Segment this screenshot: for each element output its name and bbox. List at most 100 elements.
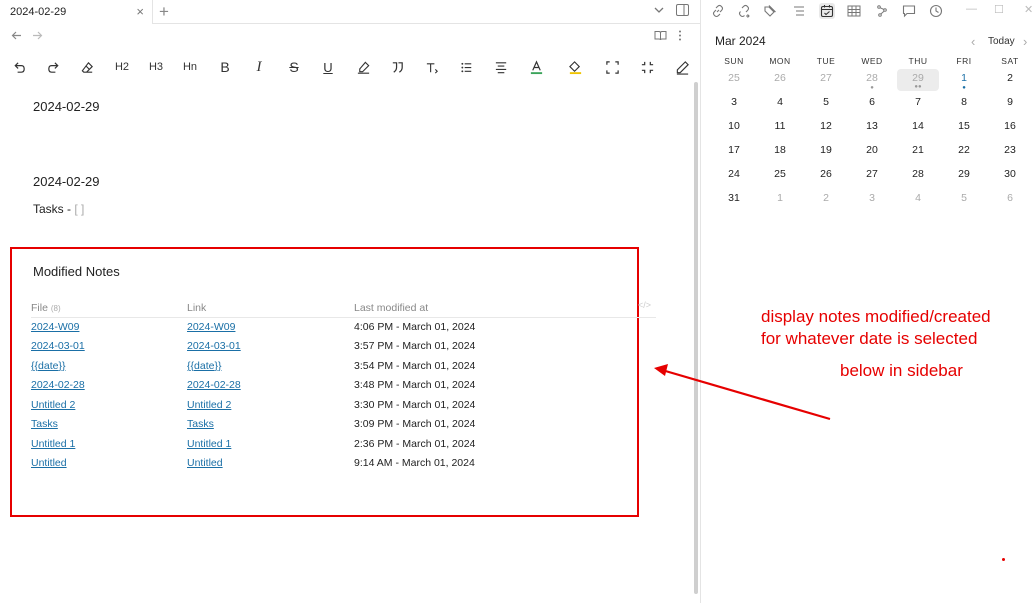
calendar-day[interactable]: 22 bbox=[941, 140, 987, 164]
align-icon[interactable] bbox=[489, 54, 513, 80]
calendar-day[interactable]: 21 bbox=[895, 140, 941, 164]
note-link[interactable]: 2024-03-01 bbox=[31, 340, 85, 352]
graph-icon[interactable] bbox=[874, 3, 890, 19]
italic-button[interactable]: I bbox=[247, 54, 271, 80]
text-format-icon[interactable] bbox=[420, 54, 444, 80]
minimize-icon[interactable]: — bbox=[966, 3, 977, 15]
calendar-next-icon[interactable]: › bbox=[1023, 34, 1027, 49]
highlight-pen-icon[interactable] bbox=[351, 54, 375, 80]
close-window-icon[interactable]: ✕ bbox=[1024, 3, 1033, 16]
list-icon[interactable] bbox=[455, 54, 479, 80]
table-icon[interactable] bbox=[846, 3, 862, 19]
chevron-down-icon[interactable] bbox=[654, 5, 664, 18]
note-editor[interactable]: 2024-02-29 2024-02-29 Tasks - [ ] Modifi… bbox=[0, 84, 694, 603]
calendar-day[interactable]: 5 bbox=[941, 188, 987, 212]
fullscreen-icon[interactable] bbox=[600, 54, 624, 80]
editor-scrollbar[interactable] bbox=[694, 82, 698, 594]
calendar-day[interactable]: 6 bbox=[987, 188, 1033, 212]
calendar-day[interactable]: 1 bbox=[757, 188, 803, 212]
note-link[interactable]: Untitled bbox=[31, 457, 67, 469]
more-options-icon[interactable] bbox=[678, 28, 682, 44]
undo-icon[interactable] bbox=[7, 54, 31, 80]
calendar-day[interactable]: 13 bbox=[849, 116, 895, 140]
note-link[interactable]: Untitled 2 bbox=[31, 399, 75, 411]
calendar-day[interactable]: 31 bbox=[711, 188, 757, 212]
close-icon[interactable]: × bbox=[136, 5, 144, 18]
calendar-day[interactable]: 3 bbox=[849, 188, 895, 212]
calendar-day[interactable]: 11 bbox=[757, 116, 803, 140]
clock-icon[interactable] bbox=[928, 3, 944, 19]
calendar-day[interactable]: 24 bbox=[711, 164, 757, 188]
note-link[interactable]: Untitled 1 bbox=[31, 438, 75, 450]
text-color-icon[interactable] bbox=[524, 54, 548, 80]
column-header-file[interactable]: File (8) bbox=[31, 299, 187, 318]
exit-fullscreen-icon[interactable] bbox=[635, 54, 659, 80]
note-link[interactable]: Untitled 2 bbox=[187, 399, 231, 411]
calendar-day[interactable]: 5 bbox=[803, 92, 849, 116]
maximize-icon[interactable]: ☐ bbox=[994, 3, 1004, 16]
calendar-day[interactable]: 4 bbox=[895, 188, 941, 212]
calendar-day[interactable]: 2 bbox=[987, 68, 1033, 92]
reading-view-icon[interactable] bbox=[654, 28, 667, 44]
calendar-day[interactable]: 8 bbox=[941, 92, 987, 116]
underline-button[interactable]: U bbox=[316, 54, 340, 80]
tasks-checkbox[interactable]: [ ] bbox=[74, 202, 84, 216]
calendar-day[interactable]: 12 bbox=[803, 116, 849, 140]
outgoing-links-icon[interactable] bbox=[736, 3, 752, 19]
backlinks-icon[interactable] bbox=[710, 3, 726, 19]
calendar-day[interactable]: 6 bbox=[849, 92, 895, 116]
code-view-icon[interactable]: </> bbox=[638, 300, 651, 310]
outline-icon[interactable] bbox=[791, 3, 807, 19]
back-arrow-icon[interactable] bbox=[11, 28, 22, 44]
calendar-day[interactable]: 9 bbox=[987, 92, 1033, 116]
note-link[interactable]: Untitled 1 bbox=[187, 438, 231, 450]
calendar-day[interactable]: 4 bbox=[757, 92, 803, 116]
calendar-day[interactable]: 29 bbox=[941, 164, 987, 188]
note-link[interactable]: Tasks bbox=[31, 418, 58, 430]
note-link[interactable]: 2024-02-28 bbox=[187, 379, 241, 391]
redo-icon[interactable] bbox=[41, 54, 65, 80]
calendar-day[interactable]: 3 bbox=[711, 92, 757, 116]
calendar-day[interactable]: 23 bbox=[987, 140, 1033, 164]
sidebar-toggle-icon[interactable] bbox=[676, 4, 689, 19]
edit-pencil-icon[interactable] bbox=[670, 54, 694, 80]
heading-2-button[interactable]: H2 bbox=[110, 54, 134, 80]
forward-arrow-icon[interactable] bbox=[32, 28, 43, 44]
eraser-icon[interactable] bbox=[75, 54, 99, 80]
new-tab-icon[interactable]: + bbox=[159, 2, 169, 22]
note-link[interactable]: {{date}} bbox=[187, 360, 221, 372]
note-link[interactable]: 2024-02-28 bbox=[31, 379, 85, 391]
calendar-day[interactable]: 16 bbox=[987, 116, 1033, 140]
calendar-day[interactable]: 29 ●● bbox=[897, 69, 939, 91]
fill-color-icon[interactable] bbox=[563, 54, 587, 80]
calendar-day[interactable]: 10 bbox=[711, 116, 757, 140]
calendar-day[interactable]: 20 bbox=[849, 140, 895, 164]
calendar-day[interactable]: 7 bbox=[895, 92, 941, 116]
comment-icon[interactable] bbox=[901, 3, 917, 19]
calendar-day[interactable]: 30 bbox=[987, 164, 1033, 188]
calendar-day[interactable]: 1 ● bbox=[941, 68, 987, 92]
calendar-day[interactable]: 28 ● bbox=[849, 68, 895, 92]
quote-icon[interactable] bbox=[385, 54, 409, 80]
pane-divider[interactable] bbox=[700, 0, 701, 603]
calendar-day[interactable]: 27 bbox=[803, 68, 849, 92]
calendar-today-button[interactable]: Today bbox=[988, 36, 1015, 47]
calendar-day[interactable]: 19 bbox=[803, 140, 849, 164]
calendar-day[interactable]: 18 bbox=[757, 140, 803, 164]
calendar-day[interactable]: 14 bbox=[895, 116, 941, 140]
column-header-modified[interactable]: Last modified at bbox=[354, 299, 656, 318]
bold-button[interactable]: B bbox=[213, 54, 237, 80]
calendar-day[interactable]: 15 bbox=[941, 116, 987, 140]
heading-n-button[interactable]: Hn bbox=[178, 54, 202, 80]
calendar-day[interactable]: 25 bbox=[711, 68, 757, 92]
column-header-link[interactable]: Link bbox=[187, 299, 354, 318]
note-link[interactable]: 2024-03-01 bbox=[187, 340, 241, 352]
note-link[interactable]: Tasks bbox=[187, 418, 214, 430]
calendar-day[interactable]: 28 bbox=[895, 164, 941, 188]
strikethrough-button[interactable]: S bbox=[282, 54, 306, 80]
calendar-day[interactable]: 25 bbox=[757, 164, 803, 188]
tags-icon[interactable] bbox=[763, 3, 779, 19]
tab-2024-02-29[interactable]: 2024-02-29 × bbox=[0, 0, 153, 24]
calendar-day[interactable]: 27 bbox=[849, 164, 895, 188]
note-link[interactable]: 2024-W09 bbox=[31, 321, 79, 333]
